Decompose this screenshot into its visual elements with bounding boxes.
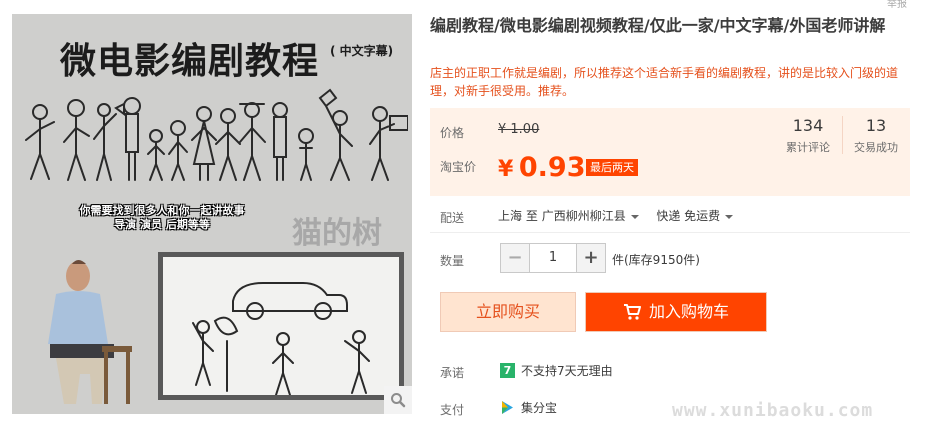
presenter-photo <box>48 260 132 404</box>
promo-price-value: 0.93 <box>518 152 586 183</box>
add-to-cart-label: 加入购物车 <box>648 302 729 321</box>
product-info-panel: 举报 编剧教程/微电影编剧视频教程/仅此一家/中文字幕/外国老师讲解 店主的正职… <box>430 0 915 424</box>
review-count-label: 累计评论 <box>786 141 830 154</box>
product-description: 店主的正职工作就是编剧，所以推荐这个适合新手看的编剧教程，讲的是比较入门级的道理… <box>430 66 899 98</box>
promise-item[interactable]: 7 不支持7天无理由 <box>500 362 613 379</box>
product-title: 编剧教程/微电影编剧视频教程/仅此一家/中文字幕/外国老师讲解 <box>430 16 886 35</box>
stock-info: 件(库存9150件) <box>612 253 700 267</box>
quantity-input[interactable]: 1 <box>530 243 576 273</box>
chevron-down-icon <box>725 214 734 219</box>
shipping-row: 上海 至 广西柳州柳江县 快递 免运费 <box>498 207 734 224</box>
promise-label: 承诺 <box>440 366 465 380</box>
jifenbao-icon <box>502 401 513 414</box>
quantity-stepper: − 1 + <box>500 243 606 273</box>
caption-line-1: 你需要找到很多人和你一起讲故事 <box>79 204 245 217</box>
sales-count-label: 交易成功 <box>854 141 898 154</box>
original-price: ¥ 1.00 <box>498 122 540 137</box>
magnifier-icon <box>391 393 406 408</box>
promise-text: 不支持7天无理由 <box>521 364 613 378</box>
zoom-button[interactable] <box>384 386 412 414</box>
decrease-button[interactable]: − <box>500 243 530 273</box>
site-watermark: www.xunibaoku.com <box>672 400 874 421</box>
payment-text: 集分宝 <box>521 401 558 415</box>
sales-count: 13 <box>865 116 887 135</box>
image-subtitle: ( 中文字幕) <box>330 44 394 58</box>
increase-button[interactable]: + <box>576 243 606 273</box>
stick-figures-illustration <box>25 88 408 181</box>
payment-item[interactable]: 集分宝 <box>500 399 557 416</box>
promo-tag: 最后两天 <box>586 159 638 176</box>
caption-line-2: 导演 演员 后期等等 <box>114 218 210 231</box>
price-label: 价格 <box>440 126 465 140</box>
divider <box>430 232 910 233</box>
product-image[interactable]: 微电影编剧教程 ( 中文字幕) 你需要找到很多人和你一起讲故事 导演 演员 后期… <box>12 14 412 414</box>
stat-divider <box>842 116 843 154</box>
sales-count-stat[interactable]: 13 交易成功 <box>844 116 908 155</box>
destination-text: 广西柳州柳江县 <box>541 209 626 223</box>
shipping-method-text: 快递 免运费 <box>656 209 721 223</box>
currency-symbol: ¥ <box>498 157 514 182</box>
ship-to-word: 至 <box>525 209 538 223</box>
whiteboard <box>158 252 404 400</box>
seven-day-icon: 7 <box>500 363 515 378</box>
shipping-method-select[interactable]: 快递 免运费 <box>656 209 734 223</box>
image-watermark: 猫的树 <box>292 216 382 251</box>
promo-price: ¥ 0.93 <box>498 152 586 183</box>
review-count: 134 <box>792 116 824 135</box>
promo-price-label: 淘宝价 <box>440 160 477 174</box>
image-caption: 你需要找到很多人和你一起讲故事 导演 演员 后期等等 <box>12 204 312 232</box>
chevron-down-icon <box>630 214 639 219</box>
destination-select[interactable]: 广西柳州柳江县 <box>542 209 639 223</box>
add-to-cart-button[interactable]: 加入购物车 <box>585 292 767 332</box>
image-title: 微电影编剧教程 <box>60 41 320 82</box>
payment-label: 支付 <box>440 403 465 417</box>
shipping-label: 配送 <box>440 211 465 225</box>
report-link[interactable]: 举报 <box>887 0 907 10</box>
cart-icon <box>623 304 641 320</box>
buy-now-button[interactable]: 立即购买 <box>440 292 576 332</box>
ship-from: 上海 <box>498 209 523 223</box>
review-count-stat[interactable]: 134 累计评论 <box>776 116 840 155</box>
whiteboard-drawing <box>192 282 370 396</box>
price-box: 价格 ¥ 1.00 淘宝价 ¥ 0.93 最后两天 134 累计评论 13 交易… <box>430 108 910 196</box>
quantity-label: 数量 <box>440 254 465 268</box>
